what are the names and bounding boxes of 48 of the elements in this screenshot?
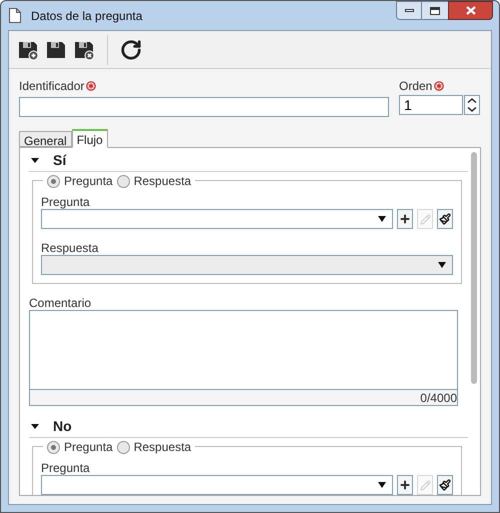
- section-title: No: [53, 417, 72, 436]
- close-button[interactable]: [448, 1, 493, 20]
- chevron-down-icon: [467, 107, 477, 112]
- radio-button[interactable]: [116, 174, 130, 188]
- scrollbar-thumb[interactable]: [471, 152, 477, 384]
- chevron-up-icon: [467, 98, 477, 103]
- radio-label: Pregunta: [64, 439, 113, 456]
- radio-label: Respuesta: [134, 439, 192, 456]
- refresh-icon[interactable]: [120, 38, 142, 60]
- add-button[interactable]: [397, 209, 413, 229]
- radio-button[interactable]: [116, 440, 130, 454]
- order-input[interactable]: 1: [399, 95, 463, 115]
- field-label: Pregunta: [41, 195, 91, 209]
- field-label: Orden: [399, 78, 432, 95]
- document-icon: [9, 8, 21, 23]
- field-label: Comentario: [29, 296, 92, 310]
- field-label: Respuesta: [41, 241, 100, 255]
- clear-button[interactable]: [437, 475, 453, 495]
- plus-icon: [399, 479, 411, 491]
- section-title: Sí: [53, 151, 66, 170]
- pencil-icon: [420, 480, 430, 490]
- caret-icon: [378, 482, 386, 488]
- tab[interactable]: Flujo: [72, 129, 108, 148]
- collapse-triangle-icon[interactable]: [31, 424, 39, 430]
- plus-icon: [399, 213, 411, 225]
- collapse-triangle-icon[interactable]: [31, 158, 39, 164]
- radio-label: Pregunta: [64, 173, 113, 190]
- brush-icon: [439, 213, 451, 225]
- radio-button[interactable]: [47, 174, 60, 188]
- radio-button[interactable]: [47, 440, 60, 454]
- character-counter: 0/4000: [420, 390, 457, 406]
- brush-icon: [439, 479, 451, 491]
- window-title: Datos de la pregunta: [31, 8, 142, 24]
- tab[interactable]: General: [19, 131, 72, 147]
- caret-icon: [378, 216, 386, 222]
- minimize-button[interactable]: [396, 1, 422, 20]
- add-button[interactable]: [397, 475, 413, 495]
- caret-icon: [438, 262, 446, 268]
- comment-textarea[interactable]: 0/4000: [29, 310, 458, 406]
- identifier-input[interactable]: [19, 96, 389, 116]
- clear-button[interactable]: [437, 209, 453, 229]
- close-icon: [466, 6, 476, 15]
- pencil-icon: [420, 214, 430, 224]
- field-label: Identificador: [19, 78, 84, 95]
- radio-label: Respuesta: [134, 173, 192, 190]
- spinner-button[interactable]: [464, 95, 480, 115]
- field-label: Pregunta: [41, 461, 91, 475]
- maximize-button[interactable]: [422, 1, 448, 20]
